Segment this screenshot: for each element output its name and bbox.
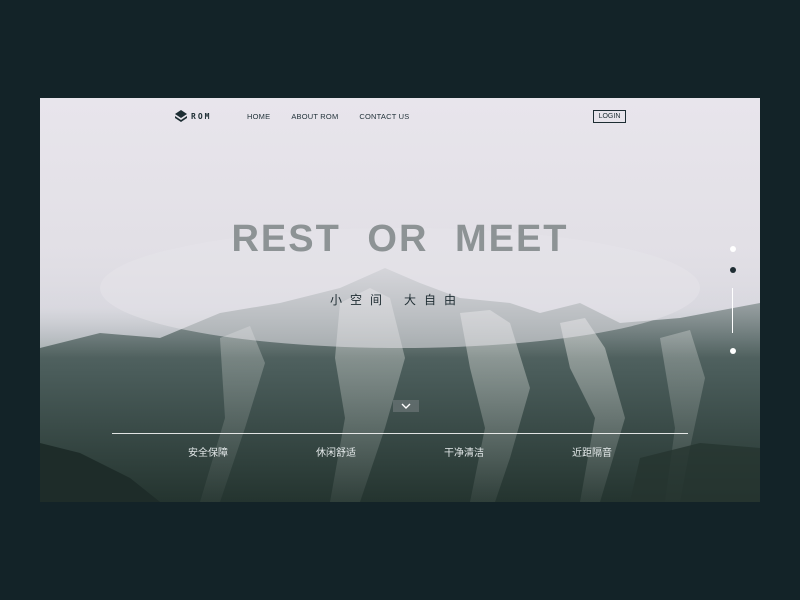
brand-logo[interactable]: ROM [175, 110, 211, 122]
top-nav: ROM HOME ABOUT ROM CONTACT US LOGIN [40, 98, 760, 134]
slide-progress-line [732, 288, 733, 333]
slide-dot-1[interactable] [730, 246, 736, 252]
features-divider [112, 433, 688, 434]
slide-dot-3[interactable] [730, 348, 736, 354]
slide-dot-2[interactable] [730, 267, 736, 273]
nav-home[interactable]: HOME [247, 112, 270, 121]
scroll-down-button[interactable] [393, 400, 419, 412]
hero-subtitle: 小空间 大自由 [330, 291, 464, 308]
hero-title: REST OR MEET [231, 218, 569, 260]
feature-comfort[interactable]: 休闲舒适 [316, 444, 356, 459]
nav-links: HOME ABOUT ROM CONTACT US [247, 112, 409, 121]
hero-frame: ROM HOME ABOUT ROM CONTACT US LOGIN REST… [40, 98, 760, 502]
chevron-down-icon [401, 403, 411, 409]
nav-about[interactable]: ABOUT ROM [291, 112, 338, 121]
feature-safety[interactable]: 安全保障 [188, 444, 228, 459]
login-button[interactable]: LOGIN [593, 110, 626, 123]
feature-soundproof[interactable]: 近距隔音 [572, 444, 612, 459]
nav-contact[interactable]: CONTACT US [359, 112, 409, 121]
slide-indicator [729, 243, 739, 363]
hero-subtitle-right: 大自由 [404, 293, 465, 307]
brand-logo-text: ROM [191, 111, 212, 121]
hero-subtitle-left: 小空间 [330, 293, 391, 307]
feature-clean[interactable]: 干净清洁 [444, 444, 484, 459]
rom-logo-icon [175, 110, 187, 122]
